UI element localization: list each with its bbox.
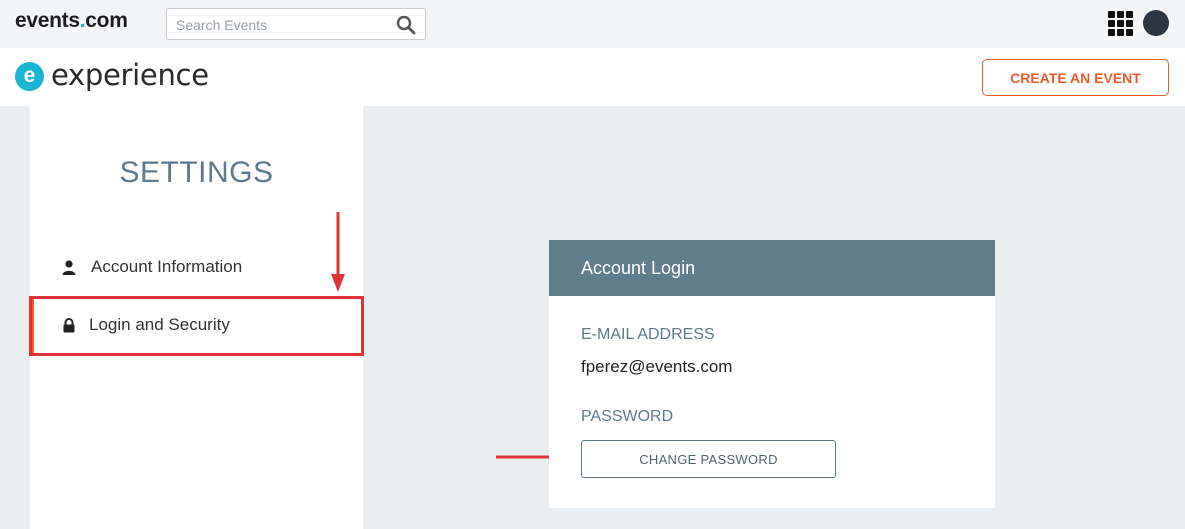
- annotation-arrow-down-icon: [331, 212, 345, 292]
- email-value: fperez@events.com: [581, 357, 733, 376]
- password-label: PASSWORD: [581, 408, 674, 425]
- events-logo[interactable]: events.com: [15, 9, 128, 33]
- logo-suffix: com: [85, 9, 128, 32]
- person-icon: [62, 260, 76, 275]
- experience-logo-icon[interactable]: e: [15, 62, 44, 91]
- logo-prefix: events: [15, 9, 80, 32]
- user-avatar[interactable]: [1143, 10, 1169, 36]
- card-title: Account Login: [581, 258, 696, 278]
- sidebar-item-account-information[interactable]: Account Information: [30, 240, 363, 296]
- settings-sidebar: SETTINGS Account Information Login and S…: [30, 106, 363, 529]
- experience-brand-name[interactable]: experience: [51, 58, 209, 92]
- search-icon[interactable]: [396, 15, 416, 35]
- apps-grid-icon[interactable]: [1108, 11, 1133, 36]
- sidebar-item-label: Account Information: [91, 257, 243, 276]
- settings-title: SETTINGS: [119, 156, 274, 189]
- search-box: [166, 8, 426, 40]
- sidebar-item-label: Login and Security: [89, 315, 230, 334]
- card-header: Account Login: [549, 240, 995, 296]
- account-login-card: Account Login E-MAIL ADDRESS fperez@even…: [549, 240, 995, 508]
- create-event-button[interactable]: CREATE AN EVENT: [982, 59, 1169, 96]
- search-input[interactable]: [176, 15, 386, 35]
- top-navigation-bar: events.com: [0, 0, 1185, 48]
- email-label: E-MAIL ADDRESS: [581, 326, 715, 343]
- sidebar-item-login-and-security[interactable]: Login and Security: [30, 298, 363, 354]
- product-header: e experience CREATE AN EVENT: [0, 48, 1185, 106]
- change-password-button[interactable]: CHANGE PASSWORD: [581, 440, 836, 478]
- lock-icon: [63, 318, 75, 333]
